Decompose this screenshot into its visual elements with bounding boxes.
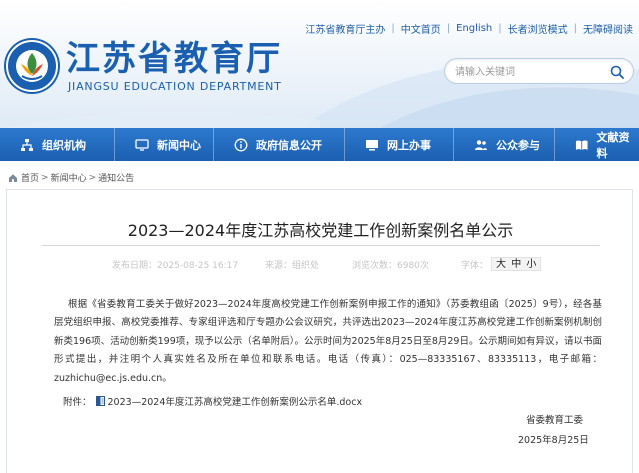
home-icon <box>9 173 17 182</box>
attachment-row: 附件： 2023—2024年度江苏高校党建工作创新案例公示名单.docx <box>63 394 362 408</box>
font-size-label: 字体： <box>461 261 489 271</box>
people-icon <box>475 139 487 150</box>
site-name-english: JIANGSU EDUCATION DEPARTMENT <box>68 80 282 93</box>
font-size-medium-button[interactable]: 中 <box>511 259 521 270</box>
divider: | <box>498 23 502 34</box>
divider: | <box>391 23 395 34</box>
article-container: 2023—2024年度江苏高校党建工作创新案例名单公示 发布日期：2025-08… <box>6 189 633 473</box>
top-link-chinese-home[interactable]: 中文首页 <box>401 21 441 36</box>
nav-label: 政府信息公开 <box>256 138 322 152</box>
site-logo[interactable] <box>6 40 58 92</box>
search-input[interactable] <box>455 63 595 81</box>
nav-item-news-center[interactable]: 新闻中心 <box>115 128 213 161</box>
top-link-elder-mode[interactable]: 长者浏览模式 <box>508 21 568 36</box>
top-link-accessible-reading[interactable]: 无障碍阅读 <box>583 21 633 36</box>
breadcrumb-home[interactable]: 首页 <box>21 171 39 184</box>
nav-label: 组织机构 <box>42 138 86 152</box>
signature-org: 省委教育工委 <box>526 415 584 426</box>
breadcrumb-separator: > <box>41 172 49 183</box>
attachment-label: 附件： <box>63 397 92 408</box>
monitor-icon <box>135 138 149 151</box>
site-header: 江苏省教育厅主办 | 中文首页 | English | 长者浏览模式 | 无障碍… <box>0 0 639 128</box>
font-size-large-button[interactable]: 大 <box>496 259 506 270</box>
article-body: 根据《省委教育工委关于做好2023—2024年度高校党建工作创新案例申报工作的通… <box>54 299 602 384</box>
nav-item-organization[interactable]: 组织机构 <box>0 128 114 161</box>
view-count: 浏览次数：6980次 <box>352 261 429 271</box>
word-document-icon <box>95 396 105 406</box>
nav-item-online-services[interactable]: 网上办事 <box>345 128 453 161</box>
font-size-switcher: 大 中 小 <box>491 257 542 271</box>
article-source: 来源：组织处 <box>265 261 320 271</box>
article-title: 2023—2024年度江苏高校党建工作创新案例名单公示 <box>127 221 514 240</box>
nav-label: 网上办事 <box>387 138 431 152</box>
nav-item-documents[interactable]: 文献资料 <box>555 128 639 161</box>
breadcrumb-notices[interactable]: 通知公告 <box>98 171 134 184</box>
divider: | <box>446 23 451 34</box>
site-name[interactable]: 江苏省教育厅 <box>66 40 282 78</box>
book-icon <box>575 139 588 150</box>
breadcrumb: 首页 > 新闻中心 > 通知公告 <box>8 171 134 184</box>
info-icon <box>234 138 248 151</box>
signature-date: 2025年8月25日 <box>518 435 589 446</box>
logo-emblem-icon <box>16 50 48 82</box>
top-link-english[interactable]: English <box>456 23 492 34</box>
computer-icon <box>366 139 378 150</box>
nav-label: 新闻中心 <box>157 138 201 152</box>
attachment-link[interactable]: 2023—2024年度江苏高校党建工作创新案例公示名单.docx <box>108 394 363 408</box>
nav-label: 公众参与 <box>496 138 540 152</box>
breadcrumb-news-center[interactable]: 新闻中心 <box>51 171 87 184</box>
divider <box>42 245 600 246</box>
search-box <box>444 58 634 84</box>
publish-date: 发布日期：2025-08-25 16:17 <box>112 261 239 271</box>
breadcrumb-separator: > <box>88 172 97 183</box>
top-links: 江苏省教育厅主办 | 中文首页 | English | 长者浏览模式 | 无障碍… <box>305 21 633 36</box>
top-link-sponsor[interactable]: 江苏省教育厅主办 <box>305 21 385 36</box>
nav-item-gov-info[interactable]: 政府信息公开 <box>214 128 344 161</box>
divider: | <box>573 23 577 34</box>
font-size-small-button[interactable]: 小 <box>526 259 536 270</box>
main-nav: 组织机构 新闻中心 政府信息公开 网上办事 公众参与 文献资料 <box>0 128 639 161</box>
nav-item-public-participation[interactable]: 公众参与 <box>454 128 554 161</box>
nav-label: 文献资料 <box>596 130 630 160</box>
search-icon[interactable] <box>609 64 625 80</box>
org-chart-icon <box>21 138 33 151</box>
